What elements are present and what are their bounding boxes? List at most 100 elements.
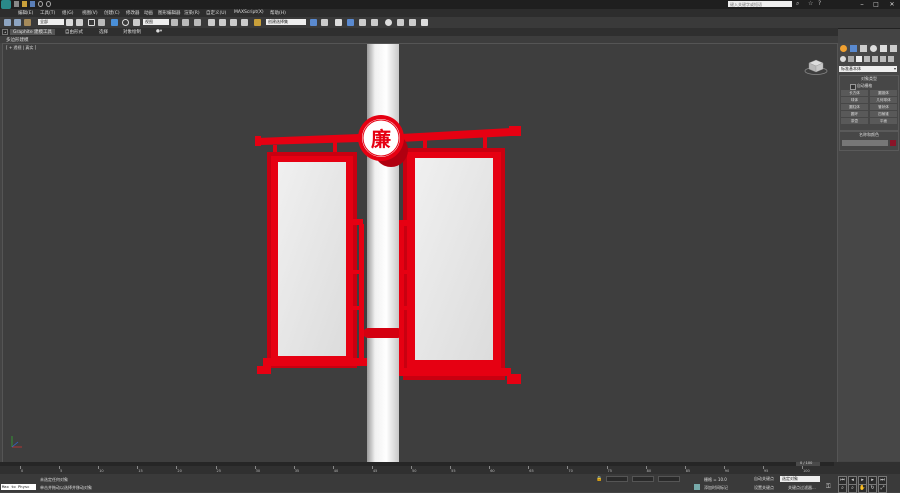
maxscript-listener[interactable]: Max to Physc bbox=[1, 484, 36, 490]
tab-freeform[interactable]: 自由形式 bbox=[62, 29, 86, 35]
render-setup-icon[interactable] bbox=[397, 19, 404, 26]
bind-space-warp-icon[interactable] bbox=[24, 19, 31, 26]
hierarchy-tab-icon[interactable] bbox=[860, 45, 867, 52]
link-icon[interactable] bbox=[4, 19, 11, 26]
auto-key-dropdown[interactable]: 选定对象 bbox=[780, 476, 820, 482]
utilities-tab-icon[interactable] bbox=[890, 45, 897, 52]
menu-tools[interactable]: 工具(T) bbox=[40, 10, 55, 16]
perspective-viewport[interactable]: [ + 透视 | 真实 ] 廉 bbox=[2, 43, 838, 463]
spinner-snap-icon[interactable] bbox=[241, 19, 248, 26]
select-by-name-icon[interactable] bbox=[76, 19, 83, 26]
menu-maxscript[interactable]: MAXScript(X) bbox=[234, 10, 264, 15]
create-tab-icon[interactable] bbox=[840, 45, 847, 52]
torus-button[interactable]: 圆环 bbox=[841, 111, 868, 117]
cone-button[interactable]: 圆锥体 bbox=[870, 90, 897, 96]
sphere-button[interactable]: 球体 bbox=[841, 97, 868, 103]
keyboard-shortcut-icon[interactable] bbox=[194, 19, 201, 26]
new-file-icon[interactable] bbox=[14, 1, 19, 7]
tab-selection[interactable]: 选择 bbox=[96, 29, 111, 35]
primitive-type-dropdown[interactable]: 标准基本体 ▾ bbox=[839, 66, 897, 72]
coord-y-field[interactable] bbox=[632, 476, 654, 482]
coord-x-field[interactable] bbox=[606, 476, 628, 482]
render-production-icon[interactable] bbox=[421, 19, 428, 26]
pivot-center-icon[interactable] bbox=[171, 19, 178, 26]
percent-snap-icon[interactable] bbox=[230, 19, 237, 26]
geosphere-button[interactable]: 几何球体 bbox=[870, 97, 897, 103]
material-editor-icon[interactable] bbox=[385, 19, 392, 26]
lock-icon[interactable]: 🔒 bbox=[596, 476, 602, 482]
maximize-icon[interactable]: □ bbox=[870, 0, 882, 9]
spacewarps-icon[interactable] bbox=[880, 56, 886, 62]
search-icon[interactable]: ⌕ bbox=[796, 1, 802, 7]
layer-manager-icon[interactable] bbox=[335, 19, 342, 26]
reference-coordinate-dropdown[interactable]: 视图 bbox=[143, 19, 169, 25]
curve-editor-icon[interactable] bbox=[359, 19, 366, 26]
mirror-icon[interactable] bbox=[310, 19, 317, 26]
named-selection-dropdown[interactable]: 创建选择集 bbox=[266, 19, 306, 25]
pyramid-button[interactable]: 四棱锥 bbox=[870, 111, 897, 117]
redo-icon[interactable] bbox=[46, 1, 51, 7]
key-filters-button[interactable]: 关键点过滤器... bbox=[788, 485, 816, 491]
save-file-icon[interactable] bbox=[30, 1, 35, 7]
minimize-icon[interactable]: – bbox=[856, 0, 868, 9]
menu-graph-editors[interactable]: 图形编辑器 bbox=[158, 10, 181, 16]
snap-toggle-icon[interactable] bbox=[208, 19, 215, 26]
key-icon[interactable]: ⚿ bbox=[826, 483, 834, 490]
motion-tab-icon[interactable] bbox=[870, 45, 877, 52]
select-object-icon[interactable] bbox=[66, 19, 73, 26]
menu-create[interactable]: 创建(C) bbox=[104, 10, 120, 16]
menu-help[interactable]: 帮助(H) bbox=[270, 10, 286, 16]
angle-snap-icon[interactable] bbox=[219, 19, 226, 26]
add-time-tag-button[interactable]: 添加时间标记 bbox=[704, 485, 728, 491]
tab-object-paint[interactable]: 对象绘制 bbox=[120, 29, 144, 35]
menu-animation[interactable]: 动画 bbox=[144, 10, 153, 16]
graphite-toggle-icon[interactable] bbox=[347, 19, 354, 26]
box-button[interactable]: 长方体 bbox=[841, 90, 868, 96]
selection-filter-dropdown[interactable]: 全部 bbox=[38, 19, 64, 25]
edit-named-selection-icon[interactable] bbox=[254, 19, 261, 26]
search-input[interactable] bbox=[728, 1, 792, 7]
helpers-icon[interactable] bbox=[872, 56, 878, 62]
object-name-field[interactable] bbox=[842, 140, 888, 146]
help-icon[interactable]: ? bbox=[818, 1, 824, 7]
schematic-view-icon[interactable] bbox=[371, 19, 378, 26]
star-icon[interactable]: ☆ bbox=[808, 1, 814, 7]
app-logo-icon[interactable] bbox=[1, 0, 11, 9]
coord-z-field[interactable] bbox=[658, 476, 680, 482]
cameras-icon[interactable] bbox=[864, 56, 870, 62]
menu-modifiers[interactable]: 修改器 bbox=[126, 10, 140, 16]
select-manipulate-icon[interactable] bbox=[182, 19, 189, 26]
add-time-tag-icon[interactable] bbox=[694, 484, 700, 490]
plane-button[interactable]: 平面 bbox=[870, 118, 897, 124]
rendered-frame-icon[interactable] bbox=[409, 19, 416, 26]
open-file-icon[interactable] bbox=[22, 1, 27, 7]
tab-graphite-modeling[interactable]: Graphite 建模工具 bbox=[10, 29, 56, 35]
timeline-ruler[interactable]: 0 5 10 15 20 25 30 35 40 45 50 55 60 65 70 75 80 85 90 95 10… bbox=[20, 466, 810, 474]
autogrid-checkbox[interactable]: 自动栅格 bbox=[850, 83, 890, 90]
set-key-label[interactable]: 设置关键点 bbox=[754, 485, 774, 491]
rect-selection-icon[interactable] bbox=[88, 19, 95, 26]
name-color-title[interactable]: 名称和颜色 bbox=[840, 132, 898, 138]
align-icon[interactable] bbox=[321, 19, 328, 26]
unlink-icon[interactable] bbox=[14, 19, 21, 26]
display-tab-icon[interactable] bbox=[880, 45, 887, 52]
menu-customize[interactable]: 自定义(U) bbox=[206, 10, 226, 16]
banner-pole-model[interactable]: 廉 bbox=[3, 44, 837, 462]
window-crossing-icon[interactable] bbox=[98, 19, 105, 26]
modify-tab-icon[interactable] bbox=[850, 45, 857, 52]
menu-view[interactable]: 视图(V) bbox=[82, 10, 98, 16]
cylinder-button[interactable]: 圆柱体 bbox=[841, 104, 868, 110]
object-color-swatch[interactable] bbox=[890, 140, 896, 146]
systems-icon[interactable] bbox=[888, 56, 894, 62]
lights-icon[interactable] bbox=[856, 56, 862, 62]
rotate-icon[interactable] bbox=[122, 19, 129, 26]
menu-group[interactable]: 组(G) bbox=[62, 10, 74, 16]
move-icon[interactable] bbox=[111, 19, 118, 26]
undo-icon[interactable] bbox=[38, 1, 43, 7]
menu-edit[interactable]: 编辑(E) bbox=[18, 10, 33, 16]
rollout-title[interactable]: 对象类型 bbox=[840, 76, 898, 82]
close-icon[interactable]: ✕ bbox=[885, 0, 899, 9]
scale-icon[interactable] bbox=[133, 19, 140, 26]
teapot-button[interactable]: 茶壶 bbox=[841, 118, 868, 124]
shapes-icon[interactable] bbox=[848, 56, 854, 62]
